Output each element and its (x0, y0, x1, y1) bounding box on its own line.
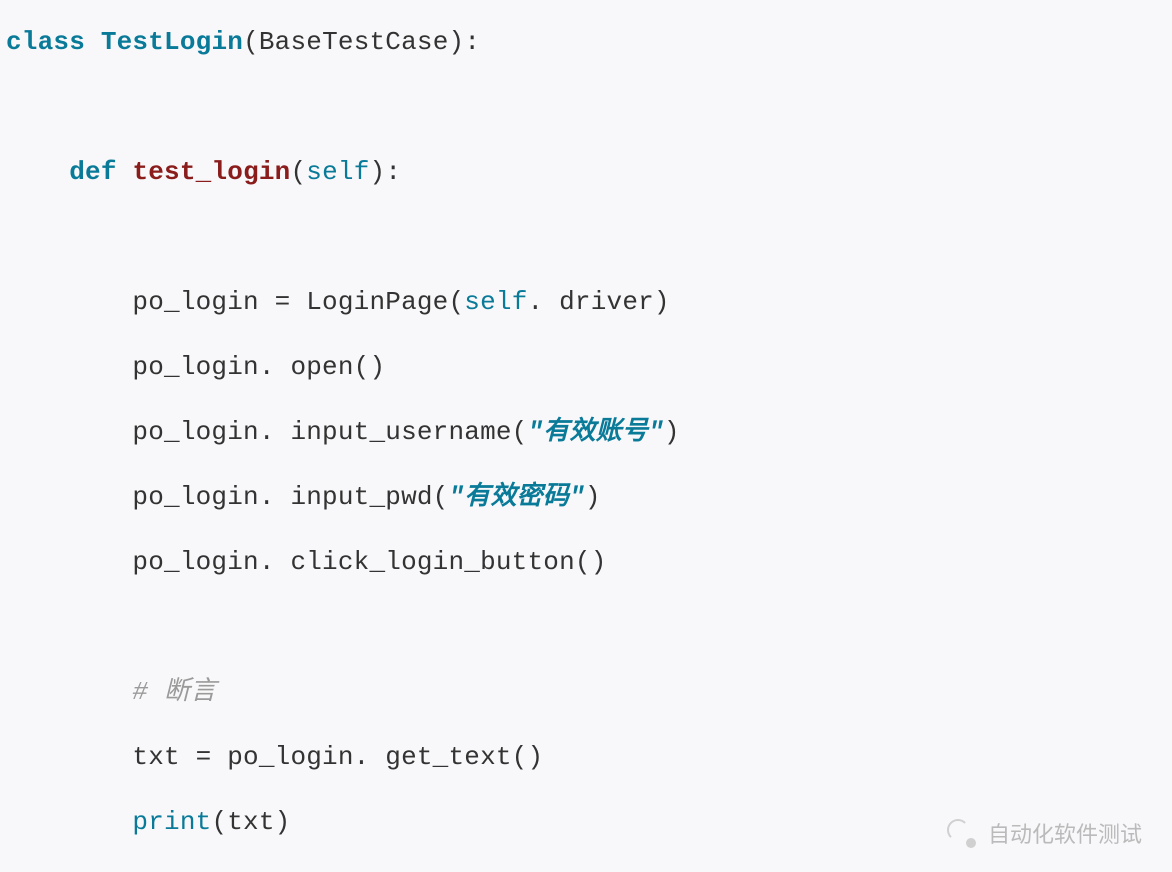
builtin-print: print (132, 807, 211, 837)
keyword-def: def (69, 157, 116, 187)
class-name: TestLogin (101, 27, 243, 57)
code-line: po_login = LoginPage( (132, 287, 464, 317)
code-text: ) (585, 482, 601, 512)
code-text: . driver) (528, 287, 670, 317)
code-line: po_login. click_login_button() (132, 547, 606, 577)
code-line: po_login. input_pwd( (132, 482, 448, 512)
code-line: txt = po_login. get_text() (132, 742, 543, 772)
self-ref: self (464, 287, 527, 317)
code-block: class TestLogin(BaseTestCase): def test_… (0, 0, 1172, 872)
code-line: po_login. input_username( (132, 417, 527, 447)
comment-line: # 断言 (132, 677, 216, 707)
string-literal: "有效密码" (448, 482, 584, 512)
code-text: ) (664, 417, 680, 447)
code-text: (txt) (211, 807, 290, 837)
function-name: test_login (132, 157, 290, 187)
base-class: BaseTestCase (259, 27, 449, 57)
code-line: po_login. open() (132, 352, 385, 382)
keyword-class: class (6, 27, 85, 57)
string-literal: "有效账号" (528, 417, 664, 447)
self-param: self (306, 157, 369, 187)
